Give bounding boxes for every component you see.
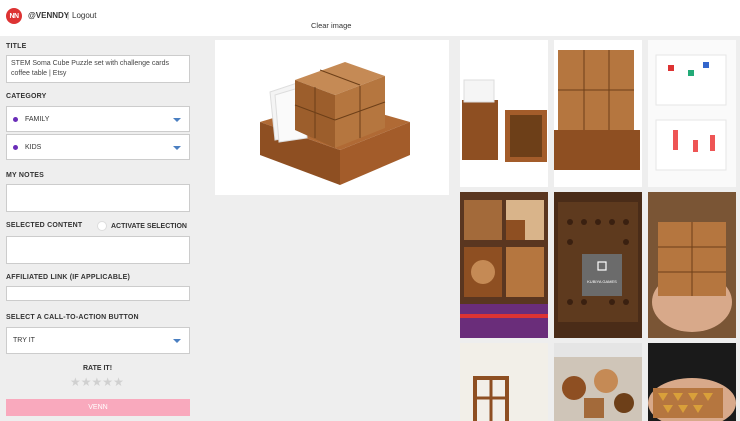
category-select-kids[interactable]: KIDS (6, 134, 190, 160)
thumbnail-image[interactable] (460, 192, 548, 338)
star-icon[interactable]: ★ (81, 376, 92, 388)
title-label: TITLE (6, 43, 27, 50)
chevron-down-icon (173, 339, 181, 343)
star-icon[interactable]: ★ (102, 376, 113, 388)
logout-link[interactable]: Logout (72, 11, 96, 20)
thumbnail-image[interactable] (554, 40, 642, 187)
affiliated-link-label: AFFILIATED LINK (If Applicable) (6, 274, 131, 281)
thumbnail-image[interactable] (460, 40, 548, 187)
thumbnail-image[interactable]: KUBIYA GAMES (554, 192, 642, 338)
thumbnail-image[interactable] (460, 343, 548, 421)
selected-content-field[interactable] (6, 236, 190, 264)
rate-label: RATE IT! (83, 365, 113, 372)
thumbnail-image[interactable] (648, 40, 736, 187)
chevron-down-icon (173, 118, 181, 122)
kubiya-overlay-text: KUBIYA GAMES (587, 279, 617, 284)
category-dot (13, 144, 18, 150)
selected-content-label: SELECTED CONTENT (6, 222, 83, 229)
thumbnail-image[interactable] (648, 192, 736, 338)
category-value: FAMILY (25, 115, 50, 123)
category-label: CATEGORY (6, 93, 47, 100)
venn-button[interactable]: VENN (6, 399, 190, 416)
thumbnail-image[interactable] (648, 343, 736, 421)
category-dot (13, 116, 18, 122)
category-select-family[interactable]: FAMILY (6, 106, 190, 132)
cta-select[interactable]: TRY IT (6, 327, 190, 354)
main-product-image[interactable] (215, 40, 449, 195)
header-bar: NN @VENNDY | Logout Clear image (0, 0, 740, 36)
category-value: KIDS (25, 143, 42, 151)
clear-image-link[interactable]: Clear image (311, 21, 351, 30)
notes-label: MY NOTES (6, 172, 45, 179)
activate-selection-label: ACTIVATE SELECTION (111, 223, 187, 230)
username[interactable]: @VENNDY (28, 11, 69, 20)
star-icon[interactable]: ★ (70, 376, 81, 388)
chevron-down-icon (173, 146, 181, 150)
activate-selection-radio[interactable] (97, 221, 107, 231)
star-icon[interactable]: ★ (113, 376, 124, 388)
star-icon[interactable]: ★ (92, 376, 103, 388)
cta-value: TRY IT (13, 337, 35, 344)
notes-field[interactable] (6, 184, 190, 212)
thumbnail-image[interactable] (554, 343, 642, 421)
affiliated-link-field[interactable] (6, 286, 190, 301)
app-logo[interactable]: NN (6, 8, 22, 24)
rating-stars[interactable]: ★ ★ ★ ★ ★ (70, 376, 124, 388)
header-separator: | (67, 11, 70, 20)
title-field[interactable]: STEM Soma Cube Puzzle set with challenge… (6, 55, 190, 83)
cta-label: SELECT A CALL-TO-ACTION BUTTON (6, 314, 139, 321)
